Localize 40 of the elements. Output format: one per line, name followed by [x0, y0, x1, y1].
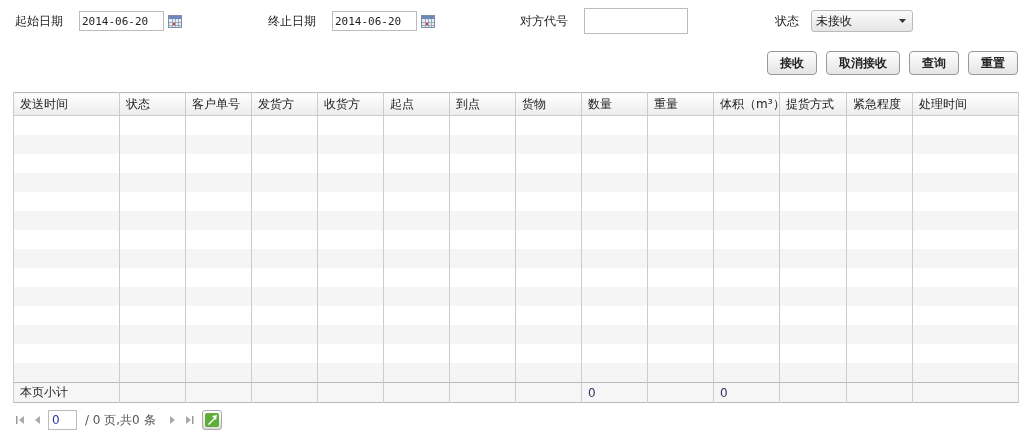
table-cell: 0	[720, 385, 728, 400]
column-header[interactable]: 到点	[449, 92, 516, 116]
date-field[interactable]: 2014-06-20	[79, 11, 164, 31]
column-header[interactable]: 紧急程度	[846, 92, 913, 116]
action-button[interactable]: 查询	[909, 51, 959, 75]
page-summary: / 0 页,共0 条	[85, 411, 156, 429]
column-header[interactable]: 起点	[383, 92, 450, 116]
page-input[interactable]: 0	[48, 410, 77, 430]
calendar-icon[interactable]	[168, 14, 182, 28]
first-page-icon[interactable]	[16, 415, 25, 425]
column-header[interactable]: 货物	[515, 92, 582, 116]
column-header[interactable]: 客户单号	[185, 92, 252, 116]
column-header[interactable]: 重量	[647, 92, 714, 116]
field-label: 对方代号	[520, 12, 568, 30]
column-header[interactable]: 发送时间	[13, 92, 120, 116]
caret-icon	[899, 19, 906, 23]
field-label: 终止日期	[268, 12, 316, 30]
action-button[interactable]: 接收	[767, 51, 817, 75]
action-button[interactable]: 取消接收	[826, 51, 900, 75]
column-header[interactable]: 处理时间	[912, 92, 1019, 116]
column-header[interactable]: 收货方	[317, 92, 384, 116]
next-page-icon[interactable]	[167, 415, 177, 425]
column-header[interactable]: 提货方式	[779, 92, 847, 116]
refresh-button[interactable]	[201, 410, 222, 430]
date-field[interactable]: 2014-06-20	[332, 11, 417, 31]
calendar-icon[interactable]	[421, 14, 435, 28]
field-label: 状态	[775, 12, 799, 30]
arrow-icon	[204, 413, 219, 427]
column-header[interactable]: 数量	[581, 92, 648, 116]
action-button[interactable]: 重置	[968, 51, 1018, 75]
last-page-icon[interactable]	[184, 415, 194, 425]
column-header[interactable]: 体积（m³）	[713, 92, 780, 116]
column-header[interactable]: 状态	[119, 92, 186, 116]
previous-page-icon[interactable]	[33, 415, 42, 425]
field-label: 起始日期	[15, 12, 63, 30]
column-header[interactable]: 发货方	[251, 92, 318, 116]
subtotal-label: 本页小计	[20, 385, 68, 399]
table-cell: 0	[588, 385, 596, 400]
status-dropdown[interactable]: 未接收	[811, 10, 913, 32]
input-field[interactable]	[584, 8, 688, 34]
